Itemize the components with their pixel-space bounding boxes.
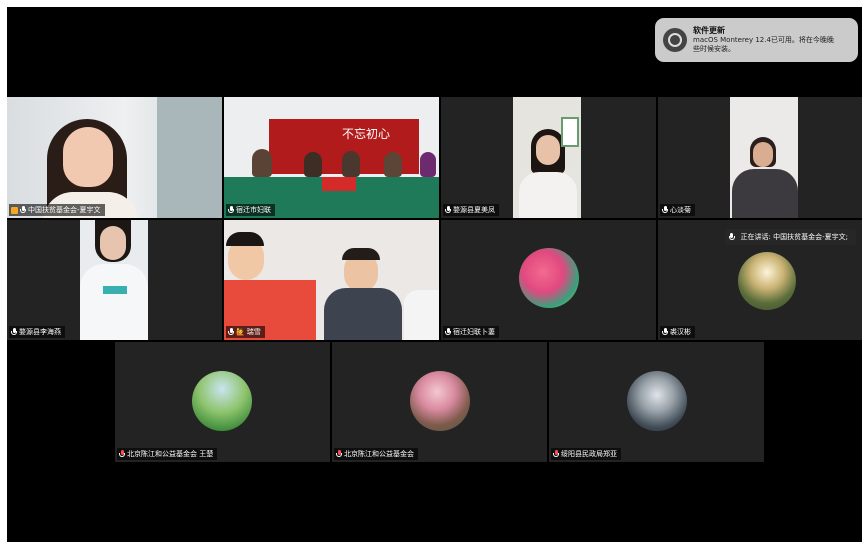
attendee xyxy=(252,149,272,177)
participant-name: 宿迁妇联卜萋 xyxy=(453,328,495,336)
participant-shirt xyxy=(519,172,577,218)
wall-poster xyxy=(561,117,579,147)
participant-name-label: 绥阳县民政局郑亚 xyxy=(551,448,621,460)
microphone-icon xyxy=(445,206,451,214)
emoji-badge: 🙋 xyxy=(236,328,245,336)
participant-name: 绥阳县民政局郑亚 xyxy=(561,450,617,458)
participant-name: 北京陈江和公益基金会 王楚 xyxy=(127,450,214,458)
participant-hair xyxy=(342,248,380,260)
video-tile-11[interactable]: 绥阳县民政局郑亚 xyxy=(549,342,764,462)
participant-face xyxy=(100,226,126,260)
participant-name-label: 婺源县李海燕 xyxy=(9,326,65,338)
participant-name: 北京陈江和公益基金会 xyxy=(344,450,414,458)
microphone-icon xyxy=(662,206,668,214)
software-update-notification[interactable]: 软件更新 macOS Monterey 12.4已可用。将在今晚晚 些时候安装。 xyxy=(655,18,858,62)
participant-shirt xyxy=(80,264,148,340)
attendee xyxy=(384,152,402,177)
window-background xyxy=(157,97,222,218)
participant-name: 瑞雪 xyxy=(246,328,261,336)
participant-name-label: 北京陈江和公益基金会 xyxy=(334,448,418,460)
participant-face xyxy=(536,135,560,165)
participant-name-label: 婺源县夏美凤 xyxy=(443,204,499,216)
microphone-muted-icon xyxy=(553,450,559,458)
participant-hair xyxy=(226,232,264,246)
software-update-icon xyxy=(663,28,687,52)
participant-shirt xyxy=(732,169,798,218)
video-tile-7[interactable]: 宿迁妇联卜萋 xyxy=(441,220,656,340)
notification-body-line1: macOS Monterey 12.4已可用。将在今晚晚 xyxy=(693,36,834,44)
microphone-icon xyxy=(445,328,451,336)
notification-body-line2: 些时候安装。 xyxy=(693,45,735,53)
participant-avatar xyxy=(519,248,579,308)
participant-name: 宿迁市妇联 xyxy=(236,206,271,214)
participant-name-label: 🙋 瑞雪 xyxy=(226,326,265,338)
video-tile-3[interactable]: 婺源县夏美凤 xyxy=(441,97,656,218)
attendee xyxy=(342,151,360,177)
participant-shirt xyxy=(404,290,439,340)
video-tile-8[interactable]: 正在讲话: 中国扶贫基金会-夏宇文; 裘汉彬 xyxy=(658,220,862,340)
participant-avatar xyxy=(738,252,796,310)
participant-name-label: 北京陈江和公益基金会 王楚 xyxy=(117,448,218,460)
video-tile-10[interactable]: 北京陈江和公益基金会 xyxy=(332,342,547,462)
banner-text: 不忘初心 xyxy=(342,127,391,141)
participant-name-label: 宿迁妇联卜萋 xyxy=(443,326,499,338)
meeting-window: 软件更新 macOS Monterey 12.4已可用。将在今晚晚 些时候安装。… xyxy=(7,7,862,542)
microphone-icon xyxy=(11,328,17,336)
video-tile-4[interactable]: 心淡菊 xyxy=(658,97,862,218)
participant-name: 中国扶贫基金会-夏宇文 xyxy=(28,206,101,214)
microphone-icon xyxy=(228,206,234,214)
attendee xyxy=(420,152,436,177)
attendee xyxy=(304,152,322,177)
participant-shirt xyxy=(324,288,402,340)
microphone-muted-icon xyxy=(119,450,125,458)
participant-name: 心淡菊 xyxy=(670,206,691,214)
participant-avatar xyxy=(410,371,470,431)
participant-name: 婺源县夏美凤 xyxy=(453,206,495,214)
participant-face xyxy=(63,127,113,187)
microphone-icon xyxy=(228,328,234,336)
microphone-icon xyxy=(662,328,668,336)
name-card xyxy=(322,177,356,191)
participant-name-label: 心淡菊 xyxy=(660,204,695,216)
video-tile-2[interactable]: 不忘初心 宿迁市妇联 xyxy=(224,97,439,218)
notification-title: 软件更新 xyxy=(693,26,725,35)
shirt-print xyxy=(103,286,127,294)
notification-text: 软件更新 macOS Monterey 12.4已可用。将在今晚晚 些时候安装。 xyxy=(693,26,834,54)
participant-name: 裘汉彬 xyxy=(670,328,691,336)
participant-avatar xyxy=(627,371,687,431)
video-tile-6[interactable]: 🙋 瑞雪 xyxy=(224,220,439,340)
participant-face xyxy=(753,142,773,167)
microphone-icon xyxy=(20,206,26,214)
raised-hand-icon xyxy=(11,206,18,214)
participant-name-label: 裘汉彬 xyxy=(660,326,695,338)
microphone-muted-icon xyxy=(336,450,342,458)
participant-avatar xyxy=(192,371,252,431)
participant-name-label: 宿迁市妇联 xyxy=(226,204,275,216)
participant-name: 婺源县李海燕 xyxy=(19,328,61,336)
speaking-indicator-text: 正在讲话: 中国扶贫基金会-夏宇文; xyxy=(740,233,848,241)
video-tile-1[interactable]: 中国扶贫基金会-夏宇文 xyxy=(7,97,222,218)
video-tile-5[interactable]: 婺源县李海燕 xyxy=(7,220,222,340)
speaking-indicator: 正在讲话: 中国扶贫基金会-夏宇文; xyxy=(724,229,856,245)
video-tile-9[interactable]: 北京陈江和公益基金会 王楚 xyxy=(115,342,330,462)
participant-name-label: 中国扶贫基金会-夏宇文 xyxy=(9,204,105,216)
microphone-icon xyxy=(728,233,735,241)
